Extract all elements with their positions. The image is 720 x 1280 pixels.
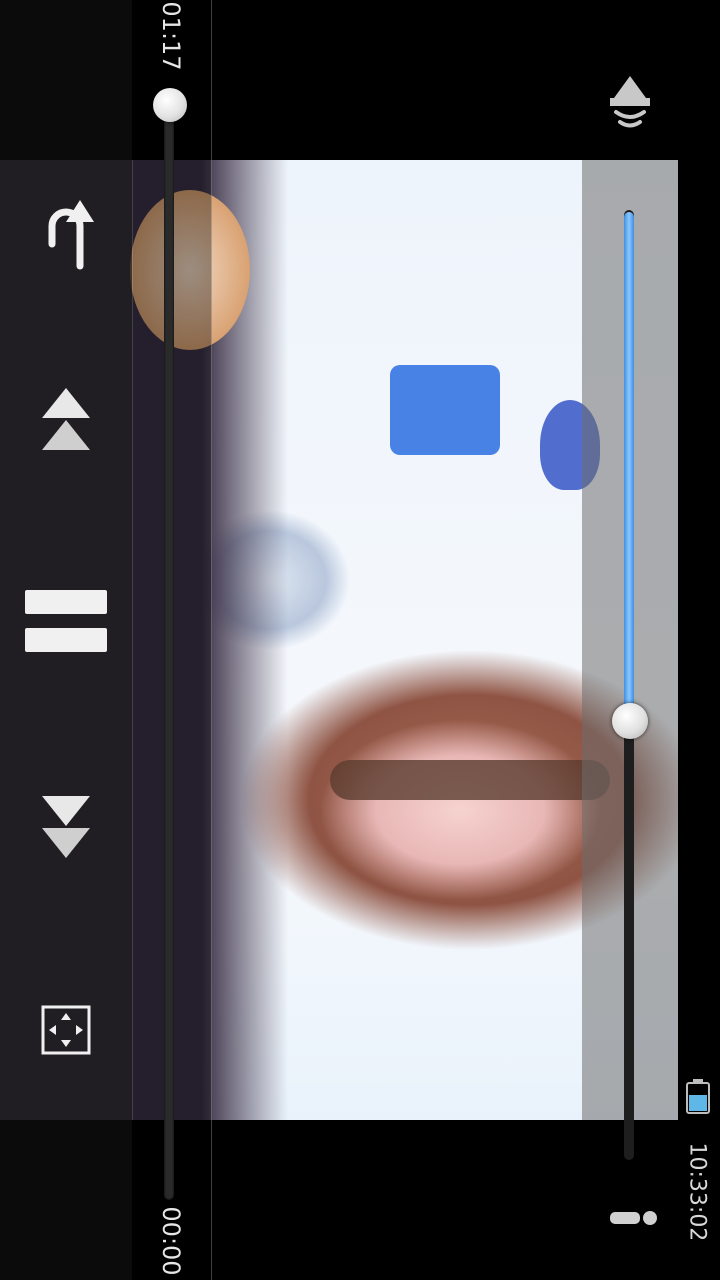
video-content-microphone xyxy=(390,365,500,455)
total-time: 00:00 xyxy=(157,1206,185,1276)
battery-icon xyxy=(684,1078,712,1114)
status-clock: 10:33:02 xyxy=(684,1142,710,1242)
control-panel-bottom xyxy=(0,1120,132,1280)
seek-bar[interactable] xyxy=(164,110,174,1200)
fullscreen-icon xyxy=(41,1005,91,1055)
volume-button[interactable] xyxy=(606,72,654,132)
video-content-guitar xyxy=(330,760,610,800)
fullscreen-button[interactable] xyxy=(40,1004,92,1056)
back-icon xyxy=(48,200,94,270)
previous-icon xyxy=(42,388,90,450)
info-icon xyxy=(610,1211,657,1225)
pause-button[interactable] xyxy=(24,588,110,656)
seek-thumb[interactable] xyxy=(153,88,187,122)
volume-thumb[interactable] xyxy=(612,703,648,739)
previous-button[interactable] xyxy=(40,386,92,454)
next-icon xyxy=(42,796,90,858)
elapsed-time: 01:17 xyxy=(157,1,185,71)
volume-slider-fill xyxy=(624,212,634,722)
info-button[interactable] xyxy=(606,1202,658,1238)
volume-icon xyxy=(610,76,650,128)
control-panel-top xyxy=(0,0,132,160)
pause-icon xyxy=(25,590,107,652)
back-button[interactable] xyxy=(36,196,96,272)
video-player-screen: 01:17 00:00 10:33:02 xyxy=(0,0,720,1280)
next-button[interactable] xyxy=(40,794,92,862)
